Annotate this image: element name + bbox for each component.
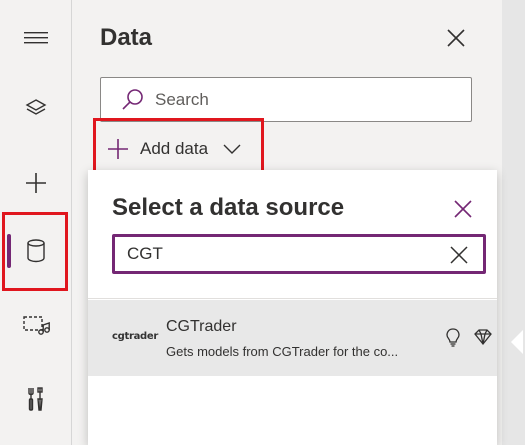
close-icon[interactable] <box>444 26 468 50</box>
tree-view-button[interactable] <box>0 81 72 137</box>
tools-icon <box>28 387 43 411</box>
connector-description: Gets models from CGTrader for the co... <box>166 344 399 359</box>
search-input[interactable] <box>153 88 457 111</box>
media-icon <box>23 316 50 335</box>
data-button-highlight <box>2 212 68 291</box>
canvas-edge <box>502 0 525 445</box>
hamburger-menu-button[interactable] <box>0 10 72 66</box>
panel-title: Data <box>100 24 153 51</box>
data-source-search-field[interactable] <box>112 234 486 274</box>
premium-diamond-icon <box>474 329 492 346</box>
plus-icon <box>26 173 46 193</box>
cgtrader-logo: cgtrader <box>112 331 159 342</box>
insert-button[interactable] <box>0 155 72 211</box>
search-field[interactable] <box>100 77 472 122</box>
select-data-source-flyout: Select a data source cgtrader CGTrader G… <box>88 170 497 445</box>
lightbulb-icon <box>446 328 460 347</box>
connector-name: CGTrader <box>166 318 237 335</box>
callout-notch <box>511 330 523 354</box>
power-apps-studio: Data Add data <box>0 0 525 445</box>
list-item[interactable]: cgtrader CGTrader Gets models from CGTra… <box>88 300 497 376</box>
close-icon[interactable] <box>452 198 474 220</box>
flyout-title: Select a data source <box>112 194 345 221</box>
media-button[interactable] <box>0 297 72 353</box>
left-rail <box>0 0 72 445</box>
divider <box>88 298 497 299</box>
advanced-tools-button[interactable] <box>0 371 72 427</box>
add-data-highlight <box>93 118 264 177</box>
data-source-search-input[interactable] <box>125 243 429 265</box>
search-icon <box>115 87 151 113</box>
clear-icon[interactable] <box>449 245 469 265</box>
hamburger-menu-icon <box>24 32 48 44</box>
layers-icon <box>25 99 47 115</box>
